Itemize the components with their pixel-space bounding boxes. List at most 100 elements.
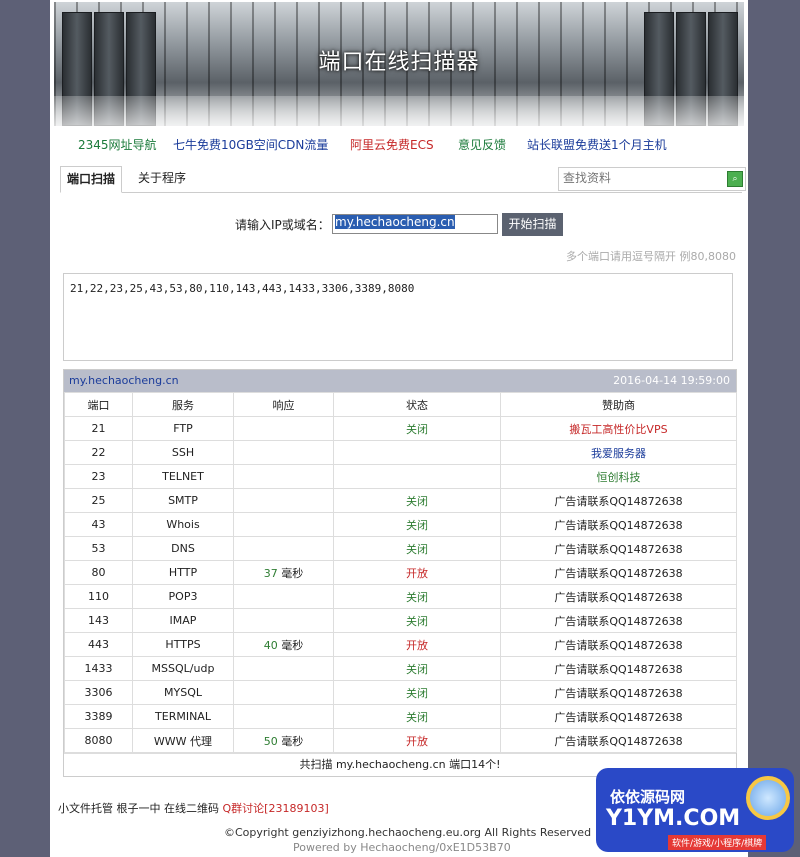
service-cell: FTP [132,416,234,441]
port-cell: 3389 [64,704,133,729]
nav-link-qiniu[interactable]: 七牛免费10GB空间CDN流量 [173,136,328,153]
sponsor-cell[interactable]: 广告请联系QQ14872638 [500,488,737,513]
port-cell: 1433 [64,656,133,681]
banner-title: 端口在线扫描器 [318,50,480,75]
status-cell: 关闭 [333,512,501,537]
watermark-top: 依依源码网 [610,788,686,806]
banner: 端口在线扫描器 [54,2,744,126]
sponsor-cell[interactable]: 广告请联系QQ14872638 [500,608,737,633]
service-cell: MSSQL/udp [132,656,234,681]
status-cell: 开放 [333,632,501,657]
tab-about[interactable]: 关于程序 [132,166,192,191]
response-cell: 50 毫秒 [233,728,334,753]
port-cell: 8080 [64,728,133,753]
service-cell: IMAP [132,608,234,633]
port-cell: 80 [64,560,133,585]
response-ms: 50 [263,734,278,748]
response-cell [233,512,334,537]
col-port: 端口 [64,392,133,417]
sponsor-cell[interactable]: 广告请联系QQ14872638 [500,632,737,657]
table-row: 143 IMAP 关闭 广告请联系QQ14872638 [64,608,737,633]
sponsor-cell[interactable]: 搬瓦工高性价比VPS [500,416,737,441]
sponsor-cell[interactable]: 广告请联系QQ14872638 [500,680,737,705]
result-panel: my.hechaocheng.cn 2016-04-14 19:59:00 端口… [63,369,737,777]
response-cell [233,416,334,441]
search-box: ⌕ [558,167,746,191]
port-cell: 53 [64,536,133,561]
status-cell: 开放 [333,560,501,585]
qq-group-link[interactable]: Q群讨论[23189103] [223,802,329,815]
ip-input[interactable]: my.hechaocheng.cn [332,214,498,234]
response-cell [233,464,334,489]
table-row: 443 HTTPS 40 毫秒 开放 广告请联系QQ14872638 [64,632,737,657]
status-cell: 关闭 [333,536,501,561]
service-cell: DNS [132,536,234,561]
port-cell: 25 [64,488,133,513]
left-background [0,0,50,857]
sponsor-cell[interactable]: 广告请联系QQ14872638 [500,728,737,753]
search-input[interactable] [559,168,713,188]
col-response: 响应 [233,392,334,417]
port-cell: 23 [64,464,133,489]
page: 端口在线扫描器 2345网址导航 七牛免费10GB空间CDN流量 阿里云免费EC… [50,0,748,857]
table-row: 3389 TERMINAL 关闭 广告请联系QQ14872638 [64,704,737,729]
port-cell: 43 [64,512,133,537]
sponsor-cell[interactable]: 广告请联系QQ14872638 [500,512,737,537]
nav-link-feedback[interactable]: 意见反馈 [458,136,506,153]
sponsor-cell[interactable]: 广告请联系QQ14872638 [500,584,737,609]
response-cell [233,536,334,561]
col-service: 服务 [132,392,234,417]
col-status: 状态 [333,392,501,417]
response-cell: 40 毫秒 [233,632,334,657]
response-ms: 40 [263,638,278,652]
table-row: 80 HTTP 37 毫秒 开放 广告请联系QQ14872638 [64,560,737,585]
scan-form: 请输入IP或域名： my.hechaocheng.cn 开始扫描 [50,212,748,236]
sponsor-cell[interactable]: 恒创科技 [500,464,737,489]
response-cell [233,440,334,465]
service-cell: HTTP [132,560,234,585]
result-time: 2016-04-14 19:59:00 [613,374,730,387]
nav-link-aliyun[interactable]: 阿里云免费ECS [350,136,434,153]
response-ms: 37 [263,566,278,580]
watermark-big: Y1YM.COM [606,806,741,831]
sponsor-cell[interactable]: 广告请联系QQ14872638 [500,560,737,585]
sponsor-cell[interactable]: 广告请联系QQ14872638 [500,536,737,561]
ip-label: 请输入IP或域名： [235,218,330,232]
service-cell: POP3 [132,584,234,609]
sponsor-cell[interactable]: 广告请联系QQ14872638 [500,704,737,729]
response-cell [233,608,334,633]
service-cell: SMTP [132,488,234,513]
ip-input-value: my.hechaocheng.cn [335,215,455,229]
port-cell: 443 [64,632,133,657]
status-cell [333,464,501,489]
status-cell: 关闭 [333,608,501,633]
nav-link-host[interactable]: 站长联盟免费送1个月主机 [527,136,667,153]
result-table: 端口 服务 响应 状态 赞助商 21 FTP 关闭 搬瓦工高性价比VPS 22 SSH 我爱… [64,392,737,753]
status-cell: 关闭 [333,704,501,729]
search-icon[interactable]: ⌕ [727,171,743,187]
service-cell: TELNET [132,464,234,489]
powered-by: Powered by Hechaocheng/0xE1D53B70 [293,841,511,854]
ports-textarea[interactable]: 21,22,23,25,43,53,80,110,143,443,1433,33… [63,273,733,361]
right-background [748,0,800,857]
service-cell: Whois [132,512,234,537]
table-header-row: 端口 服务 响应 状态 赞助商 [64,392,737,417]
sponsor-cell[interactable]: 我爱服务器 [500,440,737,465]
service-cell: WWW 代理 [132,728,234,753]
port-cell: 3306 [64,680,133,705]
port-cell: 143 [64,608,133,633]
nav-link-2345[interactable]: 2345网址导航 [78,136,157,153]
sponsor-cell[interactable]: 广告请联系QQ14872638 [500,656,737,681]
status-cell: 关闭 [333,680,501,705]
response-cell [233,488,334,513]
footer-link-text[interactable]: 小文件托管 根子一中 在线二维码 [58,802,223,815]
watermark-sub: 软件/游戏/小程序/棋牌 [668,835,767,850]
response-cell [233,584,334,609]
start-scan-button[interactable]: 开始扫描 [502,213,563,236]
tab-port-scan[interactable]: 端口扫描 [60,166,123,193]
response-cell: 37 毫秒 [233,560,334,585]
status-cell: 关闭 [333,488,501,513]
magnifier-icon [746,776,790,820]
footer-links: 小文件托管 根子一中 在线二维码 Q群讨论[23189103] [58,800,329,816]
service-cell: SSH [132,440,234,465]
